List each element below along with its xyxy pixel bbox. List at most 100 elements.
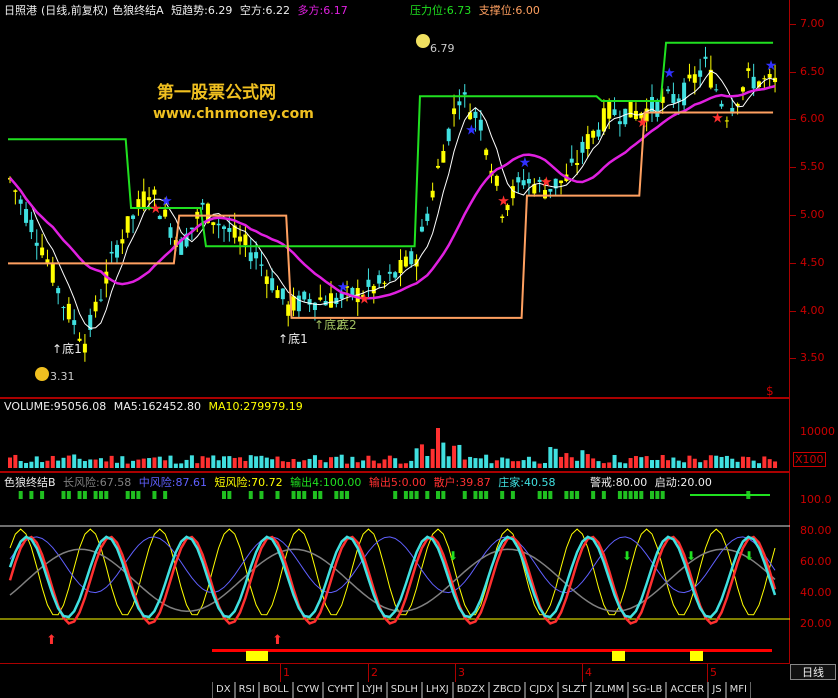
output4-bar: [393, 491, 398, 499]
indicator-tab[interactable]: CYHT: [323, 682, 358, 698]
indicator-tab[interactable]: SG-LB: [628, 682, 667, 698]
indicator-tab[interactable]: SDLH: [386, 682, 422, 698]
output4-bar: [628, 491, 633, 499]
candle-body: [222, 226, 226, 229]
indicator-tab[interactable]: ZLMM: [590, 682, 629, 698]
output4-bar: [500, 491, 505, 499]
candle-body: [719, 103, 724, 107]
indicator-tab[interactable]: ACCER: [666, 682, 709, 698]
indicator-tab[interactable]: SLZT: [557, 682, 591, 698]
output4-bar: [40, 491, 45, 499]
candle-body: [419, 226, 424, 232]
volume-bar: [419, 444, 424, 468]
volume-bar: [211, 455, 216, 468]
candle-body: [238, 236, 243, 242]
volume-bar: [505, 458, 510, 468]
output4-bar: [98, 491, 103, 499]
volume-bar: [141, 458, 146, 468]
candle-body: [767, 74, 772, 78]
volume-bar: [189, 455, 194, 468]
candle-body: [494, 175, 499, 186]
volume-bar: [168, 455, 173, 468]
month-tick: [280, 664, 281, 682]
candle-body: [457, 101, 462, 106]
volume-bar: [259, 455, 264, 468]
candle-body: [40, 247, 45, 256]
osc-tick: 40.00: [800, 586, 832, 599]
volume-bar: [205, 457, 210, 468]
output4-bar: [93, 491, 98, 499]
volume-bar: [575, 460, 580, 468]
volume-bar: [275, 456, 280, 468]
price-tick: 4.50: [800, 256, 825, 269]
candle-body: [682, 82, 687, 106]
indicator-tab[interactable]: ZBCD: [489, 682, 526, 698]
volume-bar: [409, 460, 414, 468]
candle-body: [227, 228, 232, 232]
output4-bar: [66, 491, 71, 499]
output4-bar: [296, 491, 301, 499]
indicator-tab[interactable]: MFI: [725, 682, 751, 698]
output4-bar: [403, 491, 408, 499]
indicator-tab[interactable]: LHXJ: [421, 682, 453, 698]
volume-bar: [633, 456, 638, 468]
low-price-label: 3.31: [50, 370, 75, 383]
indicator-tab[interactable]: DX: [212, 682, 235, 698]
volume-bar: [152, 457, 157, 468]
indicator-tab[interactable]: BDZX: [452, 682, 489, 698]
candle-body: [569, 158, 574, 163]
volume-bar: [387, 455, 392, 468]
price-tick: 7.00: [800, 17, 825, 30]
output4-bar: [77, 491, 82, 499]
output4-bar: [259, 491, 264, 499]
volume-bar: [655, 459, 660, 468]
signal-star-icon: ★: [160, 193, 173, 209]
indicator-tab[interactable]: BOLL: [258, 682, 293, 698]
candle-body: [441, 151, 446, 163]
output4-bar: [601, 491, 606, 499]
candle-body: [612, 109, 617, 115]
volume-bar: [339, 454, 344, 468]
dollar-mark: $: [766, 384, 774, 398]
candle-body: [109, 251, 114, 254]
signal-bar: [690, 651, 703, 661]
candle-body: [623, 108, 628, 125]
resistance-line: [8, 41, 774, 248]
price-tick-mark: [790, 119, 796, 120]
volume-bar: [8, 457, 12, 468]
candle-body: [18, 199, 23, 204]
output4-bar: [441, 491, 446, 499]
bottom-label-4: 底2: [337, 316, 357, 333]
indicator-tab[interactable]: RSI: [234, 682, 259, 698]
low-smiley-icon: [35, 367, 49, 381]
volume-bar: [334, 456, 339, 468]
volume-bar: [585, 454, 590, 468]
candle-body: [398, 259, 403, 273]
candle-body: [259, 264, 264, 266]
indicator-tab[interactable]: CJDX: [525, 682, 558, 698]
volume-bar: [468, 456, 473, 468]
day-period-button[interactable]: 日线: [790, 664, 836, 680]
output4-bar: [339, 491, 344, 499]
indicator-tab[interactable]: CYW: [292, 682, 324, 698]
candle-body: [318, 297, 323, 300]
output4-bar: [409, 491, 414, 499]
price-tick-mark: [790, 215, 796, 216]
indicator-tab[interactable]: LYJH: [357, 682, 387, 698]
volume-bar: [666, 460, 671, 468]
output4-bar: [564, 491, 569, 499]
candle-body: [575, 162, 580, 165]
volume-bar: [628, 458, 633, 468]
volume-bar: [286, 461, 291, 468]
output4-bar: [436, 491, 440, 499]
output4-bar: [312, 491, 317, 499]
candle-body: [666, 89, 671, 92]
volume-bar: [548, 447, 553, 468]
volume-bar: [757, 463, 761, 468]
price-tick-mark: [790, 358, 796, 359]
buy-arrow-icon: ⬆: [272, 633, 283, 648]
indicator-tab[interactable]: JS: [708, 682, 726, 698]
osc-tick: 100.0: [800, 493, 832, 506]
bottom-label-1: ↑底1: [52, 342, 82, 356]
volume-bar: [510, 461, 515, 468]
